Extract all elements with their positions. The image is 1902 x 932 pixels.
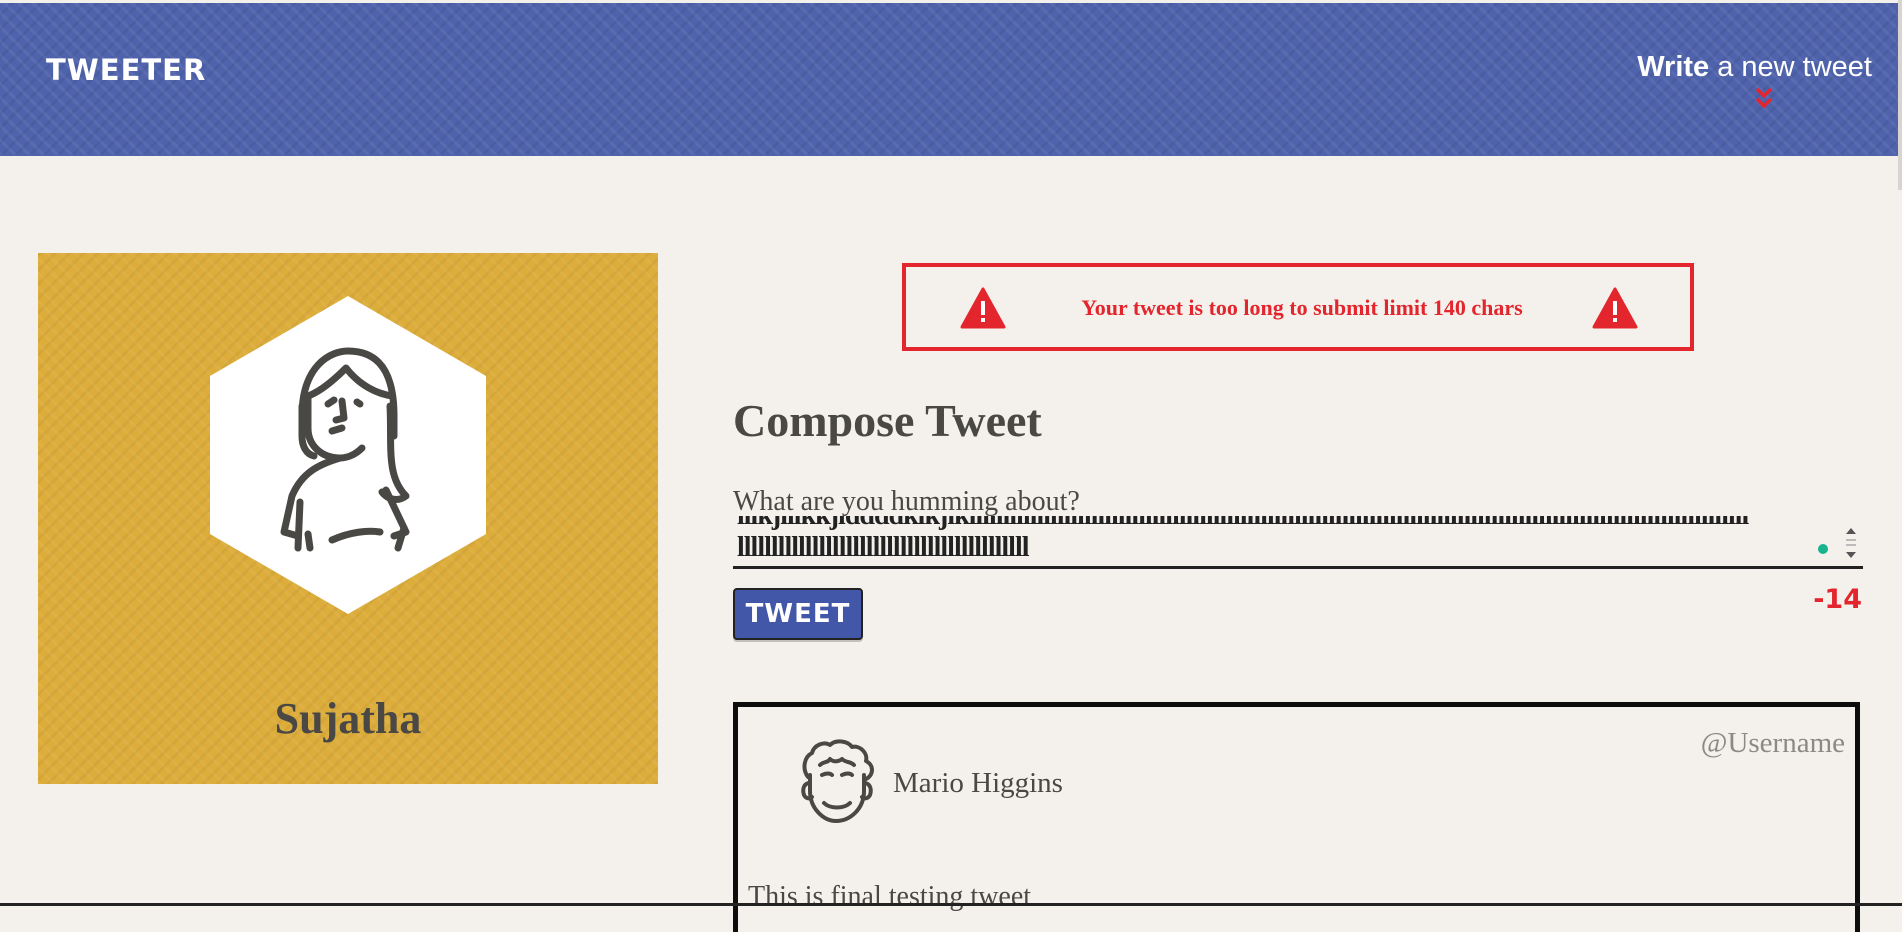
textarea-scrollbar[interactable] [1843,526,1859,560]
error-banner: Your tweet is too long to submit limit 1… [902,263,1694,351]
window-edge [1898,0,1902,190]
profile-card: Sujatha [38,253,658,784]
tweet-author-handle: @Username [1700,727,1845,759]
status-dot [1818,544,1828,554]
tweet-textarea[interactable]: lllkjlllkkjlddddklkjlkllllllllllllllllll… [733,516,1863,569]
tweet-text-line-2: llllllllllllllllllllllllllllllllllllllll… [737,532,1030,563]
tweet-author-avatar-icon [801,739,874,823]
top-navbar: TWEETER Write a new tweet [0,0,1898,156]
brand-logo[interactable]: TWEETER [46,53,206,87]
error-message: Your tweet is too long to submit limit 1… [1081,295,1523,320]
tweet-card: Mario Higgins @Username This is final te… [733,702,1860,932]
compose-title: Compose Tweet [733,395,1042,446]
tweet-submit-button[interactable]: TWEET [733,588,863,640]
user-avatar-icon [210,296,486,614]
tweet-text-line-1: lllkjlllkkjlddddklkjlkllllllllllllllllll… [737,516,1749,532]
write-new-tweet-link[interactable]: Write a new tweet [1637,51,1872,84]
write-bold-label: Write [1637,51,1710,83]
compose-label: What are you humming about? [733,486,1080,517]
character-counter: -14 [1813,584,1862,615]
warning-icon [1592,287,1638,329]
write-rest-label: a new tweet [1709,51,1872,83]
tweet-author-name: Mario Higgins [893,767,1063,799]
tweet-body: This is final testing tweet [748,881,1032,912]
profile-name: Sujatha [274,694,422,743]
double-chevron-down-icon[interactable] [1754,86,1774,112]
